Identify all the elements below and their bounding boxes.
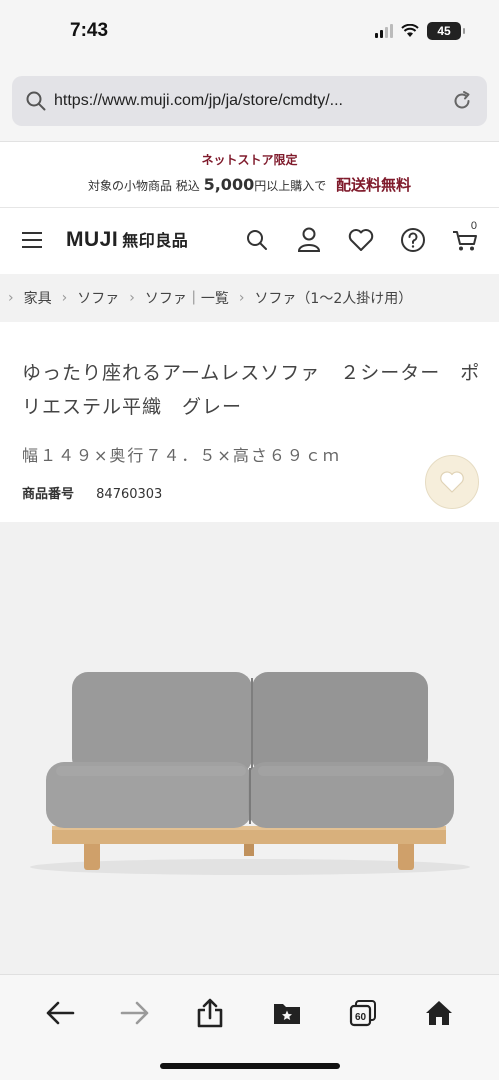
bookmark-folder-icon bbox=[274, 1004, 300, 1024]
battery-icon: 45 bbox=[427, 22, 465, 40]
product-image[interactable] bbox=[0, 522, 499, 974]
search-icon bbox=[247, 230, 267, 250]
tabs-icon: 60 bbox=[349, 1000, 376, 1027]
search-button[interactable] bbox=[241, 224, 273, 256]
breadcrumb-item[interactable]: ソファ（1〜2人掛け用） bbox=[254, 288, 412, 308]
cart-count: 0 bbox=[470, 220, 477, 232]
home-indicator bbox=[160, 1063, 340, 1069]
cart-button[interactable]: 0 bbox=[449, 220, 481, 256]
bookmarks-button[interactable] bbox=[269, 995, 305, 1031]
muji-logo[interactable]: MUJI 無印良品 bbox=[66, 227, 188, 252]
arrow-right-icon bbox=[120, 1001, 149, 1025]
promo-title: ネットストア限定 bbox=[201, 153, 298, 167]
help-icon bbox=[401, 228, 425, 252]
heart-icon bbox=[440, 471, 464, 493]
product-code: 商品番号 84760303 bbox=[22, 483, 162, 502]
header-icons: 0 bbox=[241, 220, 481, 256]
status-bar: 7:43 45 bbox=[0, 0, 499, 66]
promo-amount: 5,000 bbox=[203, 175, 255, 194]
status-icons: 45 bbox=[375, 22, 465, 40]
status-time: 7:43 bbox=[70, 20, 109, 41]
wifi-icon bbox=[401, 24, 419, 37]
home-button[interactable] bbox=[421, 995, 457, 1031]
chevron-right-icon: › bbox=[238, 290, 245, 306]
chevron-right-icon: › bbox=[8, 290, 14, 306]
promo-suffix: 円以上購入で bbox=[254, 179, 327, 193]
breadcrumb-item[interactable]: ソファ bbox=[77, 288, 119, 308]
favorite-button[interactable] bbox=[425, 455, 479, 509]
promo-prefix: 対象の小物商品 税込 bbox=[87, 179, 200, 193]
tabs-button[interactable]: 60 bbox=[345, 995, 381, 1031]
share-button[interactable] bbox=[192, 995, 228, 1031]
user-icon bbox=[297, 227, 321, 252]
tabs-count: 60 bbox=[355, 1012, 367, 1023]
back-button[interactable] bbox=[42, 995, 78, 1031]
signal-icon bbox=[375, 24, 393, 38]
product-dimensions: 幅１４９×奥行７４．５×高さ６９ｃｍ bbox=[22, 446, 341, 465]
home-icon bbox=[426, 1001, 452, 1025]
breadcrumb-item[interactable]: ソファ｜一覧 bbox=[145, 288, 229, 308]
product-code-label: 商品番号 bbox=[22, 487, 75, 502]
promo-text: 対象の小物商品 税込 5,000円以上購入で 配送料無料 bbox=[0, 174, 499, 195]
sofa-image bbox=[0, 522, 499, 974]
chevron-right-icon: › bbox=[61, 290, 68, 306]
search-icon bbox=[26, 91, 46, 111]
logo-text-jp: 無印良品 bbox=[122, 233, 189, 250]
product-code-value: 84760303 bbox=[96, 487, 163, 502]
share-icon bbox=[197, 998, 223, 1028]
forward-button[interactable] bbox=[117, 995, 153, 1031]
arrow-left-icon bbox=[46, 1001, 75, 1025]
url-bar[interactable]: https://www.muji.com/jp/ja/store/cmdty/.… bbox=[12, 76, 487, 126]
favorites-button[interactable] bbox=[345, 224, 377, 256]
logo-text: MUJI bbox=[66, 228, 119, 251]
account-button[interactable] bbox=[293, 224, 325, 256]
product-title: ゆったり座れるアームレスソファ ２シーター ポリエステル平織 グレー bbox=[22, 362, 481, 418]
site-header: MUJI 無印良品 0 bbox=[0, 208, 499, 274]
breadcrumb: › 家具 › ソファ › ソファ｜一覧 › ソファ（1〜2人掛け用） bbox=[0, 274, 499, 322]
promo-banner[interactable]: ネットストア限定 対象の小物商品 税込 5,000円以上購入で 配送料無料 bbox=[0, 142, 499, 208]
reload-icon[interactable] bbox=[451, 90, 473, 112]
breadcrumb-item[interactable]: 家具 bbox=[24, 288, 52, 308]
chevron-right-icon: › bbox=[129, 290, 135, 306]
promo-free-shipping: 配送料無料 bbox=[336, 176, 412, 194]
heart-icon bbox=[348, 229, 374, 251]
browser-toolbar: 60 bbox=[0, 974, 499, 1080]
hamburger-menu-icon[interactable] bbox=[22, 232, 42, 248]
url-text[interactable]: https://www.muji.com/jp/ja/store/cmdty/.… bbox=[54, 92, 451, 110]
browser-url-area: https://www.muji.com/jp/ja/store/cmdty/.… bbox=[0, 66, 499, 142]
help-button[interactable] bbox=[397, 224, 429, 256]
